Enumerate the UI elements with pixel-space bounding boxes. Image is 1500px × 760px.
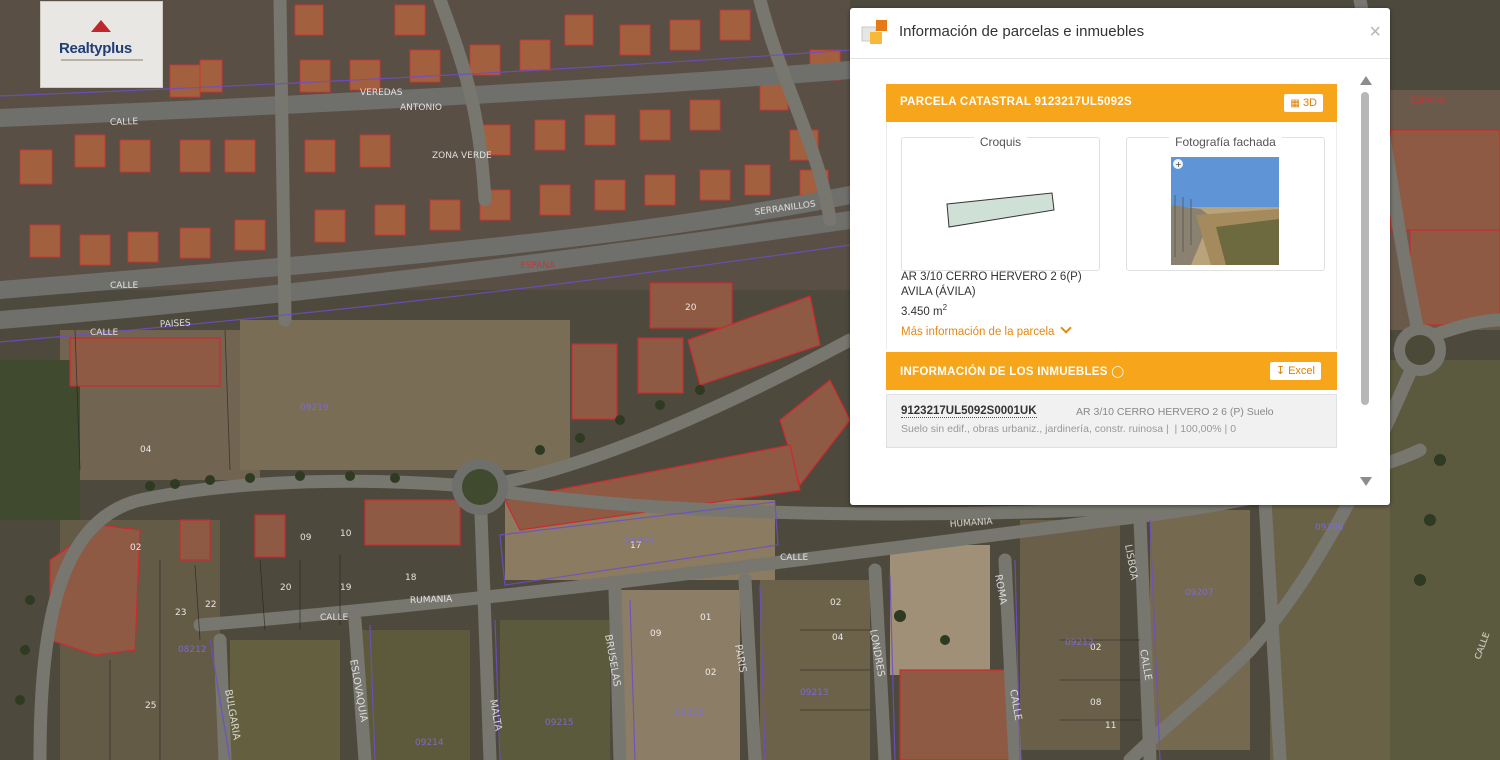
svg-text:CALLE: CALLE	[320, 613, 348, 623]
parcel-section-header: PARCELA CATASTRAL 9123217UL5092S ▦ 3D	[886, 84, 1337, 122]
facade-photo-box[interactable]: Fotografía fachada +	[1126, 135, 1325, 271]
svg-text:09213: 09213	[800, 688, 829, 698]
facade-photo-label: Fotografía fachada	[1169, 135, 1282, 149]
export-excel-label: Excel	[1288, 365, 1315, 377]
svg-text:22: 22	[205, 600, 216, 610]
view-3d-label: 3D	[1302, 97, 1317, 109]
svg-text:02: 02	[830, 598, 841, 608]
inmueble-uses: Suelo sin edif., obras urbaniz., jardine…	[901, 423, 1237, 435]
svg-text:23: 23	[175, 608, 186, 618]
inmueble-address: AR 3/10 CERRO HERVERO 2 6 (P) Suelo	[1076, 406, 1274, 418]
svg-text:ESPANA: ESPANA	[520, 261, 556, 271]
download-icon: ↧	[1275, 365, 1286, 377]
svg-text:ESPANA: ESPANA	[1410, 96, 1446, 106]
svg-text:10: 10	[340, 529, 352, 539]
realtyplus-logo: Realtyplus	[40, 1, 163, 88]
house-roof-icon	[91, 20, 111, 32]
svg-text:18: 18	[405, 573, 417, 583]
export-excel-button[interactable]: ↧ Excel	[1269, 362, 1321, 380]
inmueble-percent: 100,00%	[1180, 423, 1222, 435]
chevron-down-icon	[1060, 322, 1073, 334]
svg-text:09215: 09215	[675, 708, 704, 718]
parcel-area-unit-sup: 2	[942, 303, 948, 312]
more-parcel-info-label: Más información de la parcela	[901, 326, 1055, 338]
svg-text:19: 19	[340, 583, 352, 593]
panel-scroll-content[interactable]: PARCELA CATASTRAL 9123217UL5092S ▦ 3D Cr…	[886, 84, 1337, 498]
svg-text:09214: 09214	[415, 738, 444, 748]
svg-text:CALLE: CALLE	[90, 328, 118, 338]
inmuebles-section-header: INFORMACIÓN DE LOS INMUEBLES ◯ ↧ Excel	[886, 352, 1337, 390]
svg-text:09219: 09219	[300, 403, 329, 413]
parcel-info: AR 3/10 CERRO HERVERO 2 6(P) AVILA (ÁVIL…	[901, 270, 1082, 320]
parcel-city: AVILA (ÁVILA)	[901, 286, 976, 298]
croquis-box[interactable]: Croquis	[901, 135, 1100, 271]
svg-text:04: 04	[140, 445, 152, 455]
svg-text:09207: 09207	[1185, 588, 1214, 598]
svg-text:RUMANIA: RUMANIA	[410, 594, 453, 605]
svg-text:PAISES: PAISES	[160, 318, 192, 330]
svg-text:VEREDAS: VEREDAS	[360, 88, 403, 98]
svg-text:+: +	[1175, 160, 1182, 169]
parcel-sketch	[946, 192, 1055, 228]
inmueble-ref-link[interactable]: 9123217UL5092S0001UK	[901, 405, 1037, 418]
parcel-address: AR 3/10 CERRO HERVERO 2 6(P)	[901, 271, 1082, 283]
svg-text:25: 25	[145, 701, 156, 711]
svg-text:09212: 09212	[1065, 638, 1094, 648]
svg-text:09: 09	[650, 629, 662, 639]
croquis-label: Croquis	[973, 135, 1028, 149]
scroll-down-arrow-icon[interactable]	[1360, 477, 1372, 486]
parcel-info-panel: Información de parcelas e inmuebles × PA…	[850, 8, 1390, 505]
panel-scrollbar[interactable]	[1358, 76, 1372, 496]
close-button[interactable]: ×	[1369, 22, 1381, 42]
panel-title: Información de parcelas e inmuebles	[899, 23, 1145, 40]
svg-text:11: 11	[1105, 721, 1116, 731]
svg-text:CALLE: CALLE	[110, 117, 139, 128]
scroll-up-arrow-icon[interactable]	[1360, 76, 1372, 85]
svg-text:09223: 09223	[625, 537, 654, 547]
svg-text:09206: 09206	[1315, 523, 1344, 533]
parcels-app-icon	[861, 20, 887, 44]
inmueble-row[interactable]: 9123217UL5092S0001UK AR 3/10 CERRO HERVE…	[886, 394, 1337, 448]
svg-text:09: 09	[300, 533, 312, 543]
logo-brand-text: Realtyplus	[59, 40, 132, 57]
svg-text:08212: 08212	[178, 645, 207, 655]
view-3d-button[interactable]: ▦ 3D	[1284, 94, 1323, 112]
parcel-area: 3.450 m2	[901, 300, 1082, 320]
svg-text:CALLE: CALLE	[780, 553, 808, 563]
inmueble-count: 0	[1230, 423, 1237, 435]
svg-text:CALLE: CALLE	[110, 281, 138, 291]
facade-photo-image: +	[1171, 157, 1279, 265]
svg-text:20: 20	[685, 303, 697, 313]
info-icon[interactable]: ◯	[1111, 366, 1124, 378]
svg-text:04: 04	[832, 633, 844, 643]
parcel-area-value: 3.450 m	[901, 305, 943, 318]
cubes-icon: ▦	[1290, 98, 1300, 109]
inmuebles-header-text: INFORMACIÓN DE LOS INMUEBLES	[900, 366, 1108, 378]
inmueble-use-text: Suelo sin edif., obras urbaniz., jardine…	[901, 423, 1164, 435]
parcel-section-body: Croquis Fotografía fachada + AR 3/10 CER…	[886, 122, 1337, 350]
svg-text:ANTONIO: ANTONIO	[400, 103, 442, 113]
logo-tagline-bar	[61, 59, 143, 61]
svg-text:20: 20	[280, 583, 292, 593]
svg-text:01: 01	[700, 613, 711, 623]
parcel-header-title: PARCELA CATASTRAL 9123217UL5092S	[900, 96, 1133, 108]
scroll-thumb[interactable]	[1361, 92, 1369, 405]
svg-text:09215: 09215	[545, 718, 574, 728]
svg-text:02: 02	[705, 668, 716, 678]
svg-text:02: 02	[130, 543, 141, 553]
svg-text:08: 08	[1090, 698, 1102, 708]
more-parcel-info-link[interactable]: Más información de la parcela	[901, 322, 1073, 338]
facade-photo[interactable]: +	[1171, 157, 1279, 265]
panel-header: Información de parcelas e inmuebles ×	[850, 8, 1390, 59]
inmuebles-header-title: INFORMACIÓN DE LOS INMUEBLES ◯	[900, 364, 1124, 378]
svg-text:ZONA VERDE: ZONA VERDE	[432, 151, 492, 161]
